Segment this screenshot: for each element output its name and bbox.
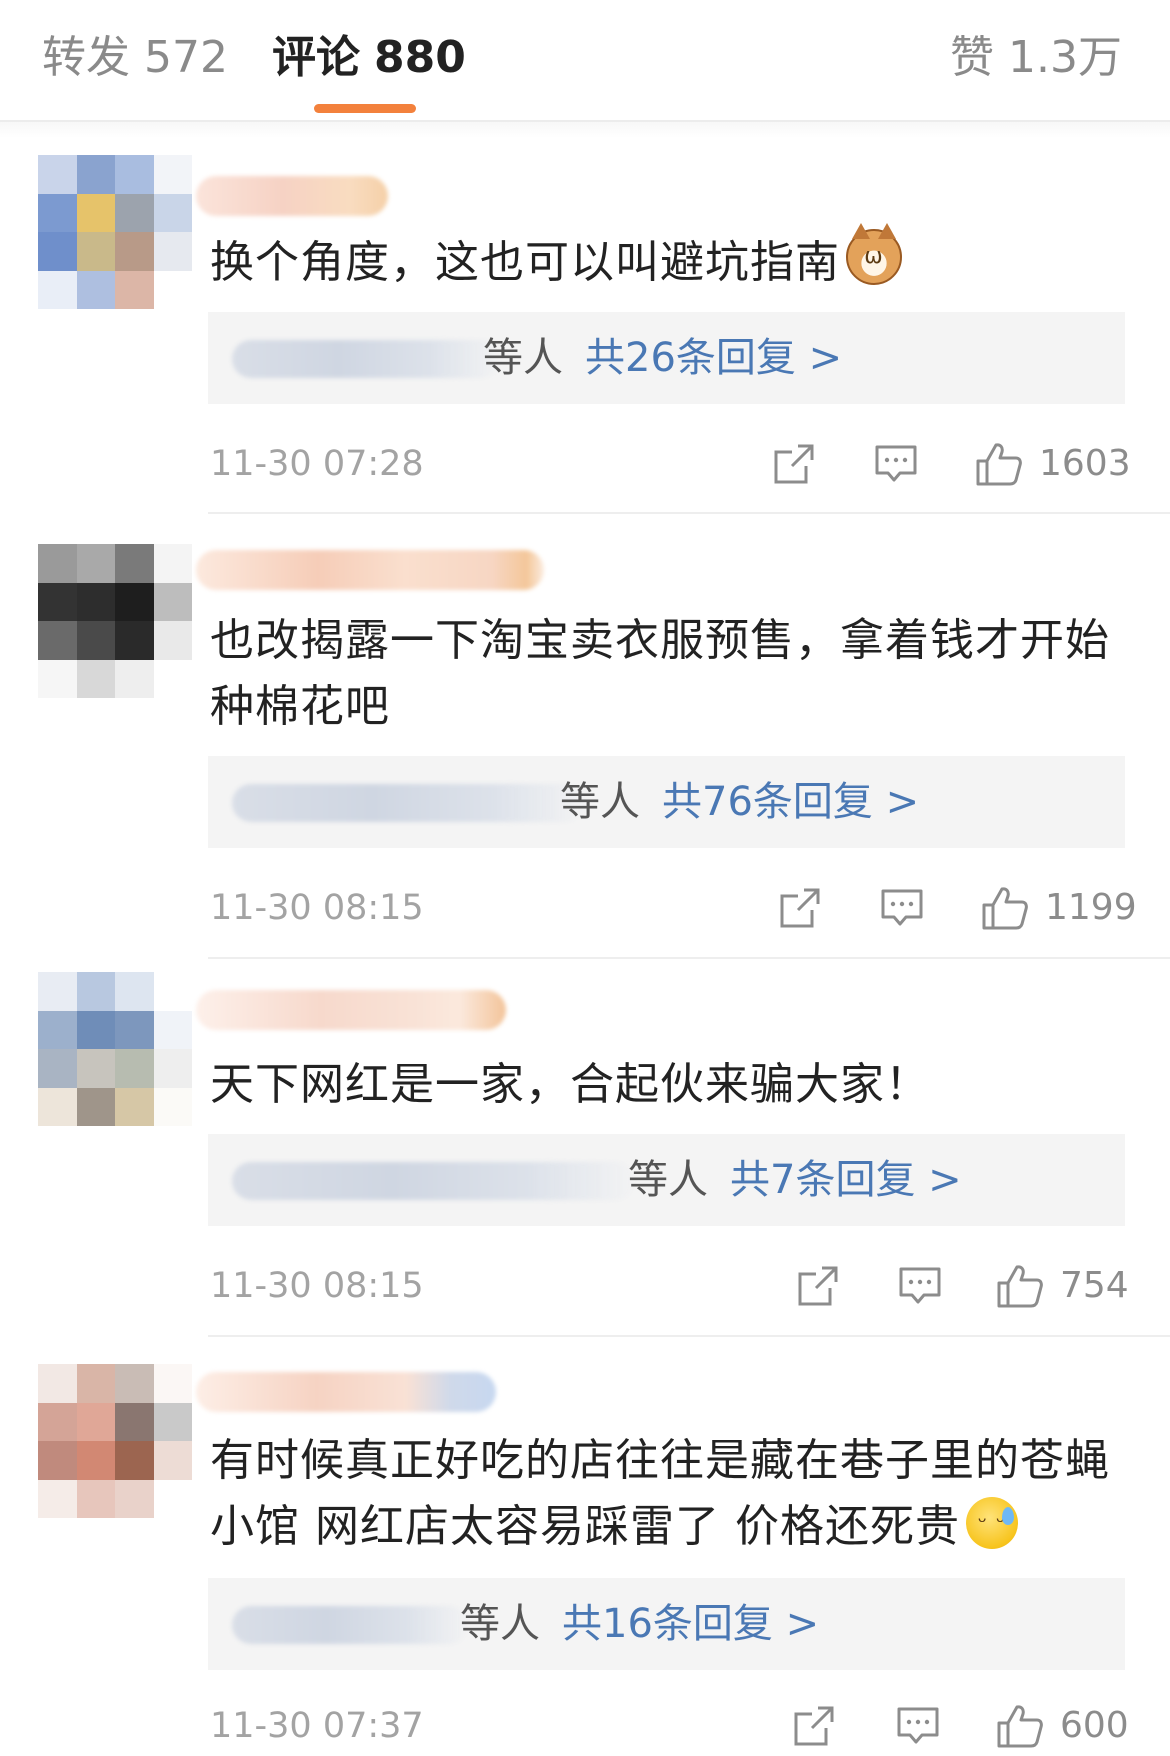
tab-bar: 转发 572 评论 880 赞 1.3万 [0,0,1170,122]
reply-summary: 等人 共26条回复 > [483,330,842,386]
comment-text: 有时候真正好吃的店往往是藏在巷子里的苍蝇小馆 网红店太容易踩雷了 价格还死贵 ᵕ … [210,1428,1135,1560]
tab-forward[interactable]: 转发 572 [42,28,228,88]
comment-divider [208,512,1170,514]
view-replies-link[interactable]: 共7条回复 > [730,1157,962,1203]
tab-bar-shadow [0,122,1170,138]
username-blurred[interactable] [196,990,506,1030]
reply-summary: 等人 共7条回复 > [628,1152,962,1208]
timestamp: 11-30 07:37 [210,1706,424,1746]
reply-button[interactable] [898,1258,942,1314]
reply-usernames-blurred [232,1606,468,1644]
thumbs-up-icon [976,443,1022,486]
reply-summary: 等人 共16条回复 > [460,1596,819,1652]
comment-meta: 11-30 08:15 1199 [210,880,1137,936]
thumbs-up-icon [982,887,1028,930]
tab-like[interactable]: 赞 1.3万 [950,28,1122,88]
reply-preview[interactable]: 等人 共16条回复 > [208,1578,1125,1670]
like-button[interactable]: 754 [996,1258,1129,1314]
tab-like-label: 赞 [950,32,995,83]
comment-body: 天下网红是一家，合起伙来骗大家！ [210,1059,930,1110]
avatar[interactable] [38,972,192,1126]
tab-comment-label: 评论 [272,32,360,83]
reply-others-label: 等人 [483,335,563,381]
like-count: 1603 [1039,443,1131,484]
comment-body: 换个角度，这也可以叫避坑指南 [210,237,840,288]
view-replies-link[interactable]: 共16条回复 > [562,1601,819,1647]
comment-body: 也改揭露一下淘宝卖衣服预售，拿着钱才开始种棉花吧 [210,615,1110,732]
tab-like-count: 1.3万 [1008,32,1122,83]
comment-text: 天下网红是一家，合起伙来骗大家！ [210,1052,1135,1118]
avatar[interactable] [38,155,192,309]
like-button[interactable]: 1603 [975,436,1131,492]
comment-divider [208,1335,1170,1337]
share-icon [794,1706,834,1746]
timestamp: 11-30 07:28 [210,444,424,484]
active-tab-indicator [314,104,416,113]
sweat-emoji-icon: ᵕ ᵕ [965,1497,1018,1549]
comment-meta: 11-30 07:37 600 [210,1698,1129,1754]
tab-comment[interactable]: 评论 880 [272,28,466,88]
like-count: 754 [1060,1265,1129,1306]
timestamp: 11-30 08:15 [210,1266,424,1306]
thumbs-up-icon [997,1705,1043,1748]
comment-icon [881,889,923,926]
comment-meta: 11-30 08:15 754 [210,1258,1129,1314]
thumbs-up-icon [997,1265,1043,1308]
tab-comment-count: 880 [374,32,466,83]
reply-button[interactable] [880,880,924,936]
tab-forward-count: 572 [144,32,228,83]
reply-usernames-blurred [232,1162,634,1200]
comment-meta: 11-30 07:28 1603 [210,436,1131,492]
comment-text: 换个角度，这也可以叫避坑指南 ω [210,223,1135,296]
tab-forward-label: 转发 [42,32,130,83]
like-button[interactable]: 600 [996,1698,1129,1754]
username-blurred[interactable] [196,1372,496,1412]
reply-usernames-blurred [232,340,500,378]
reply-preview[interactable]: 等人 共26条回复 > [208,312,1125,404]
timestamp: 11-30 08:15 [210,888,424,928]
share-icon [774,444,814,484]
comment-text: 也改揭露一下淘宝卖衣服预售，拿着钱才开始种棉花吧 [210,608,1135,740]
reply-usernames-blurred [232,784,584,822]
comment-icon [875,445,917,482]
avatar[interactable] [38,544,192,698]
share-button[interactable] [796,1258,840,1314]
reply-preview[interactable]: 等人 共76条回复 > [208,756,1125,848]
comment-icon [899,1267,941,1304]
like-button[interactable]: 1199 [981,880,1137,936]
reply-preview[interactable]: 等人 共7条回复 > [208,1134,1125,1226]
view-replies-link[interactable]: 共26条回复 > [585,335,842,381]
reply-others-label: 等人 [628,1157,708,1203]
like-count: 1199 [1045,887,1137,928]
username-blurred[interactable] [196,176,388,216]
avatar[interactable] [38,1364,192,1518]
reply-summary: 等人 共76条回复 > [560,774,919,830]
like-count: 600 [1060,1705,1129,1746]
reply-others-label: 等人 [560,779,640,825]
comment-icon [897,1707,939,1744]
cat-emoji-icon: ω [846,223,902,285]
share-icon [780,888,820,928]
reply-others-label: 等人 [460,1601,540,1647]
username-blurred[interactable] [196,550,544,590]
share-button[interactable] [792,1698,836,1754]
share-button[interactable] [778,880,822,936]
comment-divider [208,957,1170,959]
view-replies-link[interactable]: 共76条回复 > [662,779,919,825]
share-button[interactable] [772,436,816,492]
reply-button[interactable] [896,1698,940,1754]
reply-button[interactable] [874,436,918,492]
share-icon [798,1266,838,1306]
